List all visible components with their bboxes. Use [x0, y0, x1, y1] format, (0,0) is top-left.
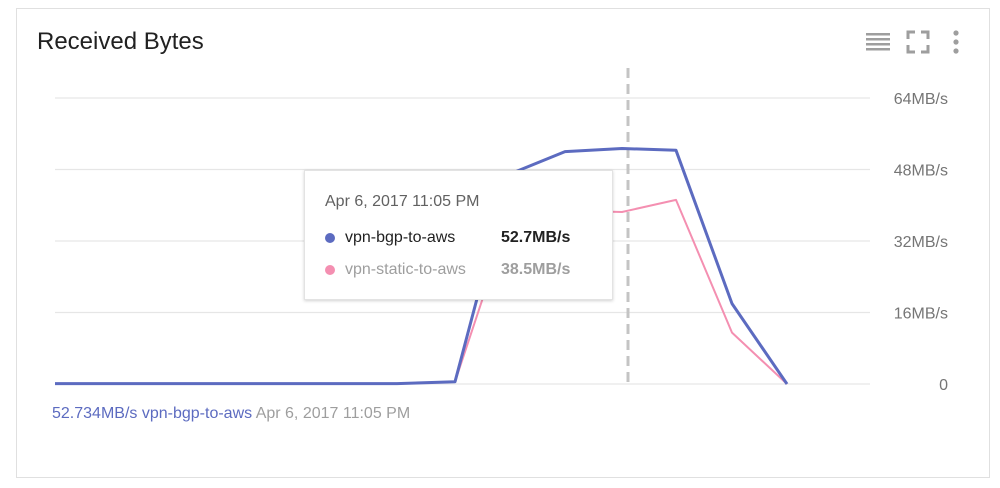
tooltip-series-name: vpn-static-to-aws [345, 261, 466, 278]
readout-value: 52.734MB/s [52, 405, 138, 422]
y-tick-label: 16MB/s [894, 306, 948, 323]
y-tick-label: 0 [939, 377, 948, 394]
tooltip-series-value: 38.5MB/s [501, 261, 571, 278]
readout-time: Apr 6, 2017 11:05 PM [255, 405, 411, 422]
hover-tooltip: Apr 6, 2017 11:05 PM vpn-bgp-to-aws 52.7… [304, 170, 613, 300]
series-swatch-bgp [325, 233, 335, 243]
y-tick-label: 32MB/s [894, 234, 948, 251]
tooltip-series-value: 52.7MB/s [501, 229, 571, 246]
y-tick-label: 64MB/s [894, 91, 948, 108]
readout-series: vpn-bgp-to-aws [141, 405, 253, 422]
series-swatch-static [325, 265, 335, 275]
tooltip-date: Apr 6, 2017 11:05 PM [325, 193, 480, 210]
tooltip-series-name: vpn-bgp-to-aws [345, 229, 456, 246]
y-tick-label: 48MB/s [894, 163, 948, 180]
hover-readout: 52.734MB/s vpn-bgp-to-aws Apr 6, 2017 11… [52, 405, 410, 423]
